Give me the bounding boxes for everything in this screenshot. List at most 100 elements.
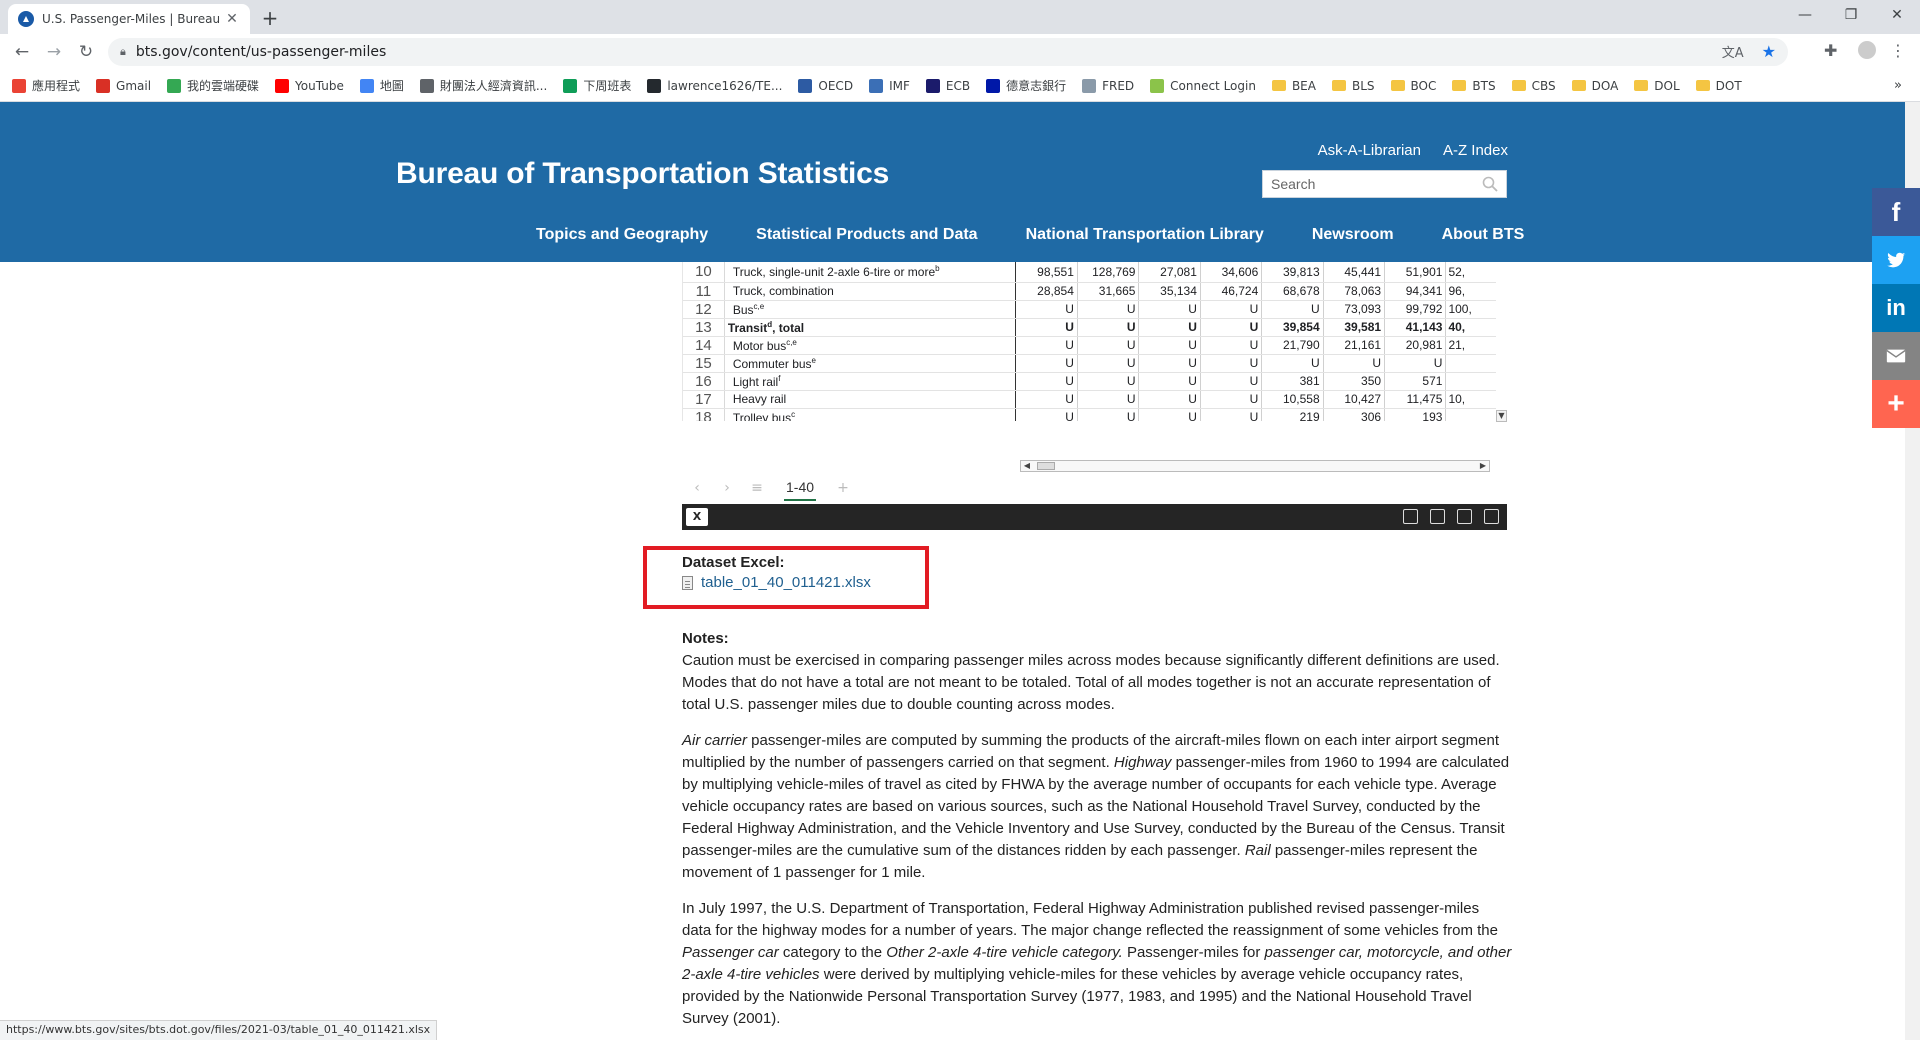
- data-cell[interactable]: 306: [1323, 408, 1386, 421]
- data-cell[interactable]: 39,581: [1323, 318, 1386, 337]
- address-bar[interactable]: 🔒︎ bts.gov/content/us-passenger-miles 文A…: [108, 38, 1788, 66]
- scroll-down-arrow-icon[interactable]: ▼: [1496, 410, 1507, 422]
- embedded-spreadsheet[interactable]: 10 Truck, single-unit 2-axle 6-tire or mo…: [682, 262, 1507, 421]
- dataset-filename[interactable]: table_01_40_011421.xlsx: [701, 574, 871, 591]
- data-cell[interactable]: U: [1077, 336, 1140, 355]
- data-cell[interactable]: 94,341: [1384, 282, 1447, 301]
- site-title[interactable]: Bureau of Transportation Statistics: [396, 157, 889, 191]
- data-cell[interactable]: 31,665: [1077, 282, 1140, 301]
- data-cell[interactable]: U: [1015, 336, 1078, 355]
- bookmark-ecb[interactable]: ECB: [925, 78, 970, 93]
- data-cell[interactable]: U: [1138, 336, 1201, 355]
- bookmark-bls[interactable]: BLS: [1331, 79, 1375, 93]
- row-label[interactable]: Commuter buse: [724, 354, 1017, 373]
- row-label[interactable]: Transitd, total: [724, 318, 1017, 337]
- bookmark-[interactable]: 我的雲端硬碟: [167, 77, 259, 94]
- data-cell[interactable]: 41,143: [1384, 318, 1447, 337]
- data-cell[interactable]: 10,558: [1261, 390, 1324, 409]
- data-cell[interactable]: 45,441: [1323, 262, 1386, 283]
- data-cell[interactable]: U: [1200, 336, 1263, 355]
- more-share-button[interactable]: +: [1872, 380, 1920, 428]
- data-cell[interactable]: U: [1200, 408, 1263, 421]
- spreadsheet-vertical-scrollbar[interactable]: ▼: [1496, 262, 1507, 422]
- data-cell[interactable]: 11,475: [1384, 390, 1447, 409]
- bookmark-[interactable]: 下周班表: [563, 77, 631, 94]
- sheet-tab-1-40[interactable]: 1-40: [784, 475, 817, 501]
- nav-national-transportation-library[interactable]: National Transportation Library: [1026, 226, 1264, 244]
- data-cell[interactable]: U: [1077, 372, 1140, 391]
- bookmark-imf[interactable]: IMF: [869, 78, 910, 93]
- bookmarks-overflow-button[interactable]: »: [1894, 78, 1902, 93]
- add-sheet-icon[interactable]: +: [828, 480, 858, 496]
- prev-sheet-icon[interactable]: ‹: [682, 480, 712, 496]
- data-cell[interactable]: 27,081: [1138, 262, 1201, 283]
- data-cell[interactable]: U: [1138, 318, 1201, 337]
- data-cell[interactable]: U: [1323, 354, 1386, 373]
- linkedin-share-button[interactable]: in: [1872, 284, 1920, 332]
- bookmark-[interactable]: 地圖: [359, 77, 404, 94]
- download-icon[interactable]: [1403, 509, 1418, 524]
- ask-a-librarian-link[interactable]: Ask-A-Librarian: [1318, 142, 1421, 159]
- nav-statistical-products-and-data[interactable]: Statistical Products and Data: [756, 226, 977, 244]
- data-cell[interactable]: 39,813: [1261, 262, 1324, 283]
- bookmark-dol[interactable]: DOL: [1634, 79, 1680, 93]
- data-cell[interactable]: 128,769: [1077, 262, 1140, 283]
- data-cell[interactable]: U: [1261, 354, 1324, 373]
- nav-newsroom[interactable]: Newsroom: [1312, 226, 1394, 244]
- data-cell[interactable]: U: [1015, 318, 1078, 337]
- data-cell[interactable]: U: [1138, 300, 1201, 319]
- row-label[interactable]: Trolley busc: [724, 408, 1017, 421]
- fullscreen-icon[interactable]: [1484, 509, 1499, 524]
- sheet-list-icon[interactable]: ≡: [742, 480, 772, 496]
- search-icon[interactable]: [1482, 176, 1498, 192]
- bookmark-fred[interactable]: FRED: [1082, 78, 1134, 93]
- bookmark-lawrence1626-te[interactable]: lawrence1626/TE...: [647, 78, 782, 93]
- close-window-button[interactable]: ✕: [1874, 0, 1920, 30]
- data-cell[interactable]: U: [1077, 354, 1140, 373]
- save-copy-icon[interactable]: [1430, 509, 1445, 524]
- bookmark-[interactable]: 德意志銀行: [986, 77, 1066, 94]
- row-label[interactable]: Truck, combination: [724, 282, 1017, 301]
- data-cell[interactable]: 193: [1384, 408, 1447, 421]
- nav-topics-and-geography[interactable]: Topics and Geography: [536, 226, 708, 244]
- data-cell[interactable]: 571: [1384, 372, 1447, 391]
- data-cell[interactable]: 46,724: [1200, 282, 1263, 301]
- data-cell[interactable]: U: [1200, 300, 1263, 319]
- bookmark-youtube[interactable]: YouTube: [275, 78, 344, 93]
- bookmark-bts[interactable]: BTS: [1452, 79, 1496, 93]
- row-label[interactable]: Motor busc,e: [724, 336, 1017, 355]
- data-cell[interactable]: 10,427: [1323, 390, 1386, 409]
- data-cell[interactable]: 21,161: [1323, 336, 1386, 355]
- extensions-icon[interactable]: ✚: [1824, 41, 1837, 60]
- data-cell[interactable]: 39,854: [1261, 318, 1324, 337]
- data-cell[interactable]: U: [1077, 318, 1140, 337]
- bookmark-cbs[interactable]: CBS: [1511, 79, 1556, 93]
- bookmark-gmail[interactable]: Gmail: [96, 78, 151, 93]
- view-icon[interactable]: [1457, 509, 1472, 524]
- data-cell[interactable]: U: [1077, 390, 1140, 409]
- data-cell[interactable]: 98,551: [1015, 262, 1078, 283]
- browser-tab[interactable]: U.S. Passenger-Miles | Bureau of ✕: [8, 4, 250, 34]
- data-cell[interactable]: U: [1200, 354, 1263, 373]
- minimize-button[interactable]: —: [1782, 0, 1828, 30]
- data-cell[interactable]: U: [1077, 408, 1140, 421]
- data-cell[interactable]: 219: [1261, 408, 1324, 421]
- email-share-button[interactable]: [1872, 332, 1920, 380]
- bookmark-doa[interactable]: DOA: [1571, 79, 1618, 93]
- next-sheet-icon[interactable]: ›: [712, 480, 742, 496]
- data-cell[interactable]: U: [1138, 408, 1201, 421]
- row-label[interactable]: Truck, single-unit 2-axle 6-tire or more…: [724, 262, 1017, 283]
- bookmark-[interactable]: 財團法人經濟資訊...: [419, 77, 547, 94]
- bookmark-oecd[interactable]: OECD: [798, 78, 853, 93]
- data-cell[interactable]: 35,134: [1138, 282, 1201, 301]
- data-cell[interactable]: U: [1015, 300, 1078, 319]
- data-cell[interactable]: U: [1015, 408, 1078, 421]
- nav-about-bts[interactable]: About BTS: [1442, 226, 1525, 244]
- reload-button[interactable]: ↻: [74, 40, 98, 64]
- dataset-download-link[interactable]: table_01_40_011421.xlsx: [682, 574, 871, 591]
- tab-close-icon[interactable]: ✕: [224, 11, 240, 27]
- row-label[interactable]: Heavy rail: [724, 390, 1017, 409]
- data-cell[interactable]: 20,981: [1384, 336, 1447, 355]
- bookmark-bea[interactable]: BEA: [1271, 79, 1316, 93]
- restore-button[interactable]: ❐: [1828, 0, 1874, 30]
